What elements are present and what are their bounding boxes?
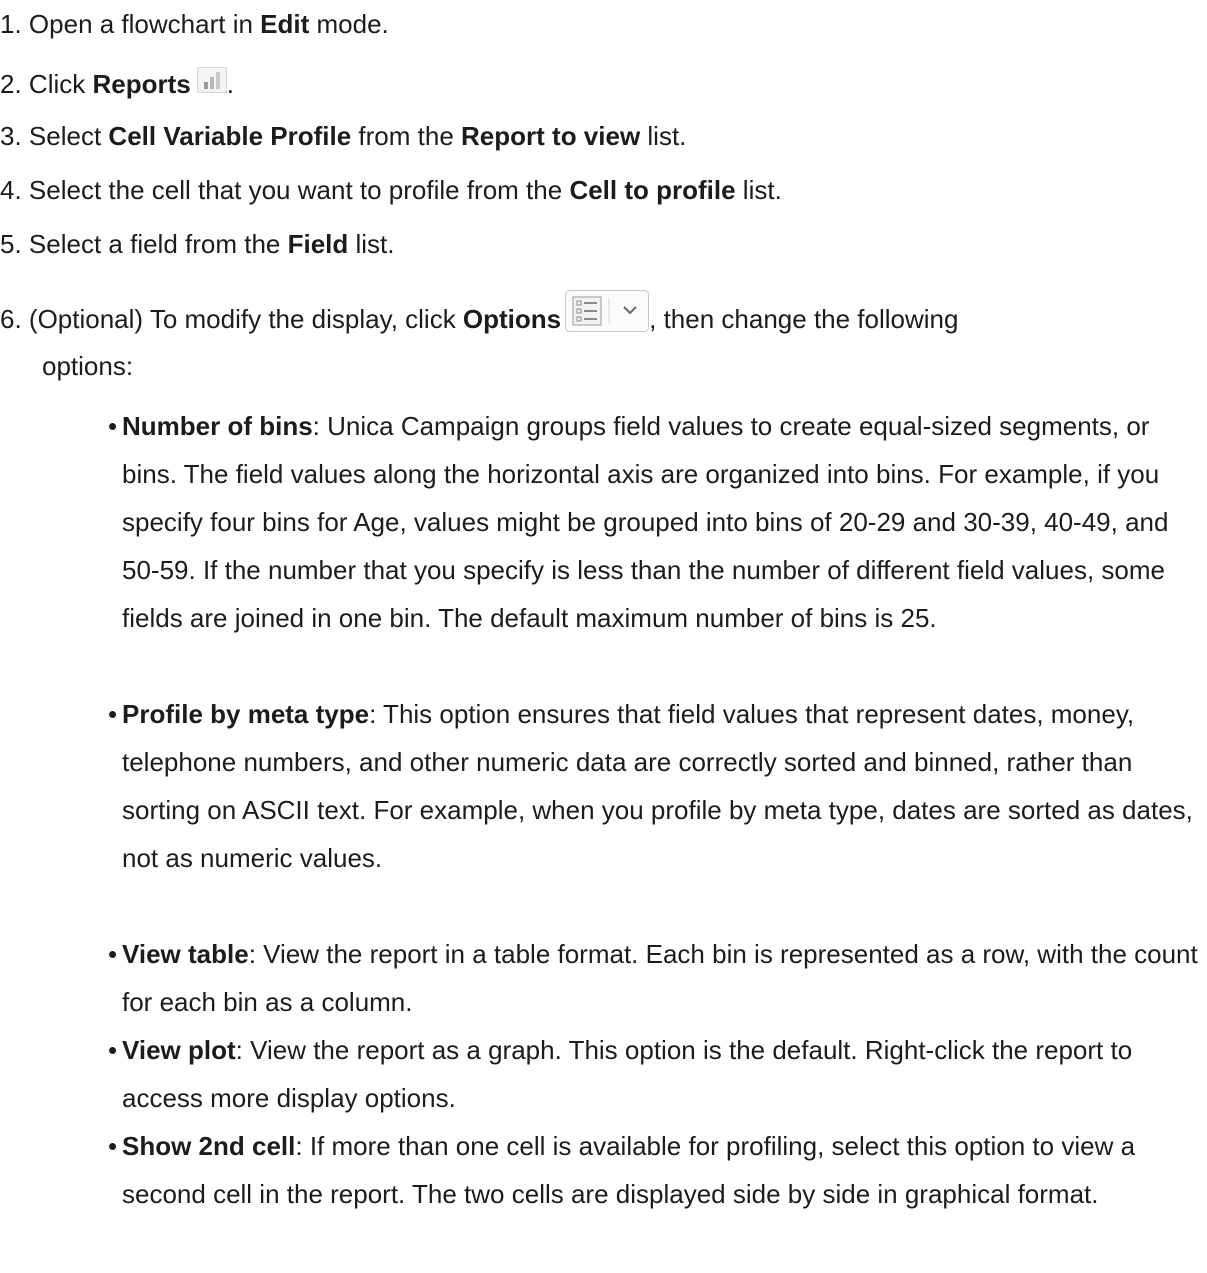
step-text: , then change the following xyxy=(649,303,959,334)
step-text: list. xyxy=(348,229,395,259)
step-number: 3. xyxy=(0,121,22,151)
option-text: Number of bins: Unica Campaign groups fi… xyxy=(122,402,1202,642)
bullet-icon: • xyxy=(108,699,118,729)
option-text: View plot: View the report as a graph. T… xyxy=(122,1026,1202,1122)
step-text: Click xyxy=(28,69,93,99)
ui-term-report-to-view: Report to view xyxy=(461,121,641,151)
ui-term-cell-to-profile: Cell to profile xyxy=(569,175,736,205)
bullet-icon: • xyxy=(108,939,118,969)
step-text: Open a flowchart in xyxy=(28,9,261,39)
step-6: 6. (Optional) To modify the display, cli… xyxy=(0,290,959,342)
step-number: 2. xyxy=(0,69,22,99)
step-5: 5. Select a field from the Field list. xyxy=(0,228,395,260)
option-description: : View the report in a table format. Eac… xyxy=(122,939,1198,1017)
reports-icon xyxy=(196,67,227,94)
step-number: 1. xyxy=(0,9,22,39)
step-text: . xyxy=(226,69,234,99)
option-term: View table xyxy=(122,939,249,969)
step-text: (Optional) To modify the display, click xyxy=(28,303,463,334)
step-1: 1. Open a flowchart in Edit mode. xyxy=(0,8,389,40)
ui-term-field: Field xyxy=(287,229,349,259)
ui-term-options: Options xyxy=(462,303,562,334)
bullet-icon: • xyxy=(108,1131,118,1161)
option-term: Profile by meta type xyxy=(122,699,370,729)
step-3: 3. Select Cell Variable Profile from the… xyxy=(0,120,686,152)
bullet-icon: • xyxy=(108,411,118,441)
document-page: 1. Open a flowchart in Edit mode. 2. Cli… xyxy=(0,0,1207,1273)
bullet-icon: • xyxy=(108,1035,118,1065)
step-number: 4. xyxy=(0,175,22,205)
step-text: Select xyxy=(28,121,109,151)
option-term: Number of bins xyxy=(122,411,313,441)
step-6-continuation: options: xyxy=(42,350,133,382)
ui-term-edit: Edit xyxy=(260,9,310,39)
option-term: View plot xyxy=(122,1035,236,1065)
option-description: : View the report as a graph. This optio… xyxy=(122,1035,1133,1113)
step-text: list. xyxy=(640,121,687,151)
option-text: Profile by meta type: This option ensure… xyxy=(122,690,1202,882)
step-text: mode. xyxy=(309,9,389,39)
step-text: list. xyxy=(735,175,782,205)
step-number: 5. xyxy=(0,229,22,259)
step-text: Select the cell that you want to profile… xyxy=(28,175,570,205)
ui-term-cell-variable-profile: Cell Variable Profile xyxy=(108,121,352,151)
step-4: 4. Select the cell that you want to prof… xyxy=(0,174,782,206)
option-text: Show 2nd cell: If more than one cell is … xyxy=(122,1122,1202,1218)
option-text: View table: View the report in a table f… xyxy=(122,930,1202,1026)
step-text: from the xyxy=(351,121,462,151)
step-2: 2. Click Reports . xyxy=(0,67,234,100)
ui-term-reports: Reports xyxy=(92,69,191,99)
option-term: Show 2nd cell xyxy=(122,1131,296,1161)
step-number: 6. xyxy=(0,303,22,334)
option-description: : Unica Campaign groups field values to … xyxy=(122,411,1169,633)
step-text: Select a field from the xyxy=(28,229,288,259)
options-icon xyxy=(565,290,650,332)
step-text: options: xyxy=(42,351,134,381)
